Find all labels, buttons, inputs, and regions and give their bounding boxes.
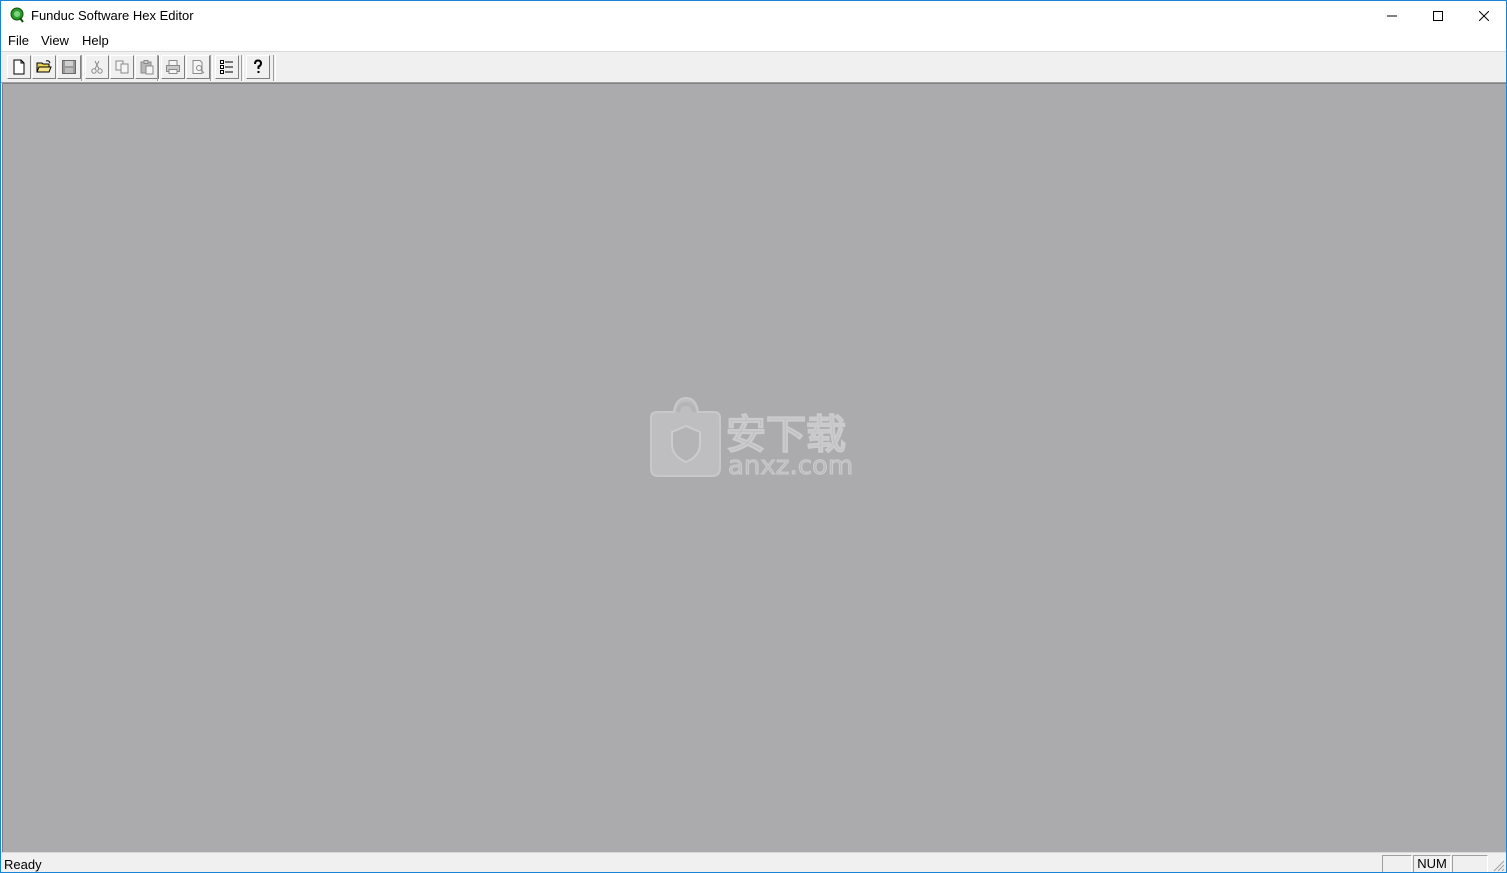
minimize-icon — [1387, 15, 1397, 17]
toolbar-separator — [273, 55, 276, 81]
menu-view[interactable]: View — [41, 33, 69, 48]
app-window: Funduc Software Hex Editor File View Hel… — [0, 0, 1507, 873]
menu-file[interactable]: File — [8, 33, 29, 48]
new-file-icon — [13, 59, 25, 75]
cut-button[interactable] — [85, 55, 109, 79]
toolbar-group-options — [215, 55, 240, 79]
print-button[interactable] — [161, 55, 185, 79]
close-button[interactable] — [1461, 1, 1506, 31]
funduc-app-icon — [10, 7, 24, 23]
toolbar-group-edit — [85, 55, 160, 79]
copy-icon — [115, 60, 129, 74]
paste-icon — [140, 60, 154, 75]
menu-help[interactable]: Help — [82, 33, 109, 48]
print-icon — [166, 60, 180, 74]
toolbar-separator — [157, 55, 160, 81]
print-preview-button[interactable] — [186, 55, 210, 79]
watermark-domain-text: anxz.com — [728, 451, 853, 481]
title-bar[interactable]: Funduc Software Hex Editor — [1, 1, 1506, 31]
status-pane-caps — [1382, 855, 1412, 872]
new-file-button[interactable] — [7, 55, 31, 79]
status-message: Ready — [4, 857, 42, 872]
close-icon — [1479, 11, 1489, 21]
toolbar-group-help — [246, 55, 271, 79]
paste-button[interactable] — [135, 55, 159, 79]
watermark-logo: 安下载 anxz.com — [650, 396, 854, 481]
toolbar-group-file — [7, 55, 82, 79]
toolbar-group-print — [161, 55, 211, 79]
window-title: Funduc Software Hex Editor — [31, 8, 194, 23]
resize-grip-icon[interactable] — [1492, 859, 1505, 872]
toolbar-separator — [241, 55, 244, 81]
maximize-button[interactable] — [1415, 1, 1461, 31]
open-file-button[interactable] — [32, 55, 56, 79]
toolbar-separator — [81, 55, 84, 81]
copy-button[interactable] — [110, 55, 134, 79]
minimize-button[interactable] — [1369, 1, 1415, 31]
status-pane-scroll — [1452, 855, 1488, 872]
save-button[interactable] — [57, 55, 81, 79]
open-folder-icon — [36, 60, 52, 73]
save-icon — [62, 60, 76, 74]
print-preview-icon — [192, 60, 205, 74]
toolbar — [1, 52, 1506, 83]
menu-bar: File View Help — [1, 31, 1506, 52]
help-button[interactable] — [246, 55, 270, 79]
toolbar-separator — [210, 55, 213, 81]
mdi-client-area[interactable]: 安下载 anxz.com — [2, 83, 1506, 852]
maximize-icon — [1433, 11, 1443, 21]
cut-icon — [91, 60, 103, 74]
options-list-icon — [220, 60, 233, 74]
options-button[interactable] — [215, 55, 239, 79]
status-bar: Ready NUM — [1, 852, 1506, 872]
status-pane-num: NUM — [1413, 855, 1451, 872]
help-icon — [254, 59, 263, 73]
